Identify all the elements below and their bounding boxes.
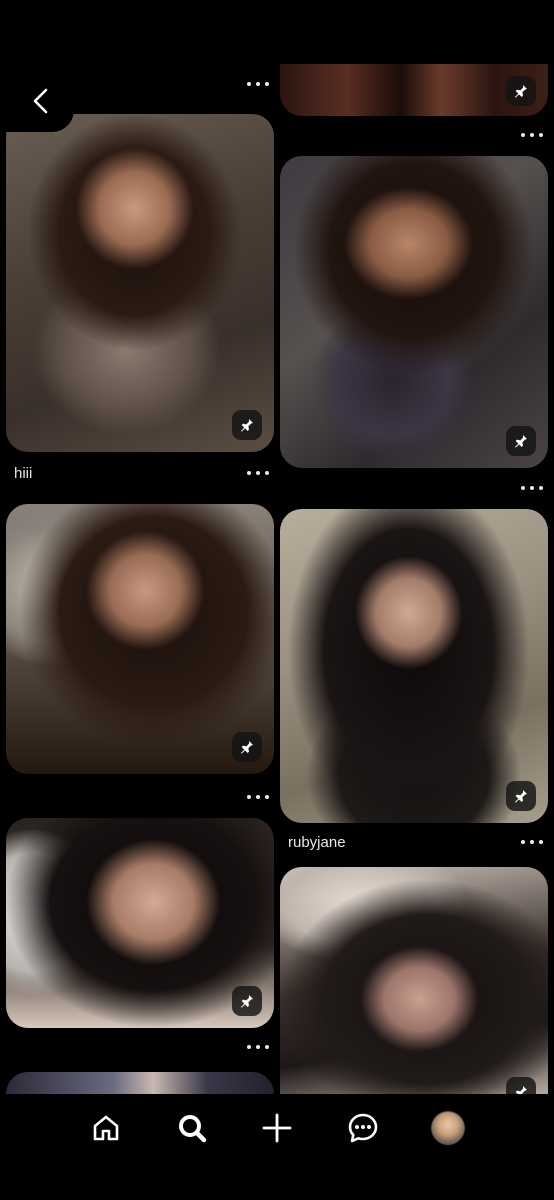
nav-messages[interactable] (343, 1108, 383, 1148)
pin-icon (241, 419, 253, 432)
pin-more-button[interactable] (247, 467, 269, 479)
pin-icon (515, 435, 527, 448)
bottom-nav-bar (0, 1094, 554, 1200)
pin-image-left-3[interactable] (6, 818, 274, 1028)
pin-image-left-1[interactable] (6, 114, 274, 452)
create-icon (262, 1113, 292, 1143)
pin-image-right-3[interactable] (280, 867, 548, 1107)
pin-save-button[interactable] (232, 410, 262, 440)
pin-save-button[interactable] (506, 76, 536, 106)
home-icon (93, 1115, 119, 1141)
pin-photo (280, 156, 548, 468)
nav-create[interactable] (257, 1108, 297, 1148)
pin-image-right-2[interactable] (280, 509, 548, 823)
pin-more-button[interactable] (247, 791, 269, 803)
pin-photo (280, 867, 548, 1107)
pin-caption: hiii (14, 465, 33, 482)
pin-more-button[interactable] (247, 1041, 269, 1053)
chevron-left-icon (33, 88, 48, 114)
search-icon (179, 1115, 207, 1143)
back-button[interactable] (24, 84, 58, 118)
pin-more-button[interactable] (521, 482, 543, 494)
pin-save-button[interactable] (232, 732, 262, 762)
pin-save-button[interactable] (506, 426, 536, 456)
pin-photo (6, 114, 274, 452)
nav-search[interactable] (172, 1108, 212, 1148)
pin-photo (280, 509, 548, 823)
profile-avatar (431, 1111, 465, 1145)
pin-save-button[interactable] (232, 986, 262, 1016)
nav-profile[interactable] (428, 1108, 468, 1148)
pin-save-button[interactable] (506, 781, 536, 811)
pin-icon (241, 995, 253, 1008)
nav-home[interactable] (86, 1108, 126, 1148)
pin-caption: rubyjane (288, 834, 346, 851)
pin-more-button[interactable] (521, 836, 543, 848)
pin-more-button[interactable] (521, 129, 543, 141)
pin-icon (515, 85, 527, 98)
pin-more-button[interactable] (247, 78, 269, 90)
pin-image-left-2[interactable] (6, 504, 274, 774)
pin-icon (515, 790, 527, 803)
pin-image-right-1[interactable] (280, 156, 548, 468)
pin-icon (241, 741, 253, 754)
pin-image-top-right[interactable] (280, 64, 548, 116)
messages-icon (348, 1113, 378, 1143)
